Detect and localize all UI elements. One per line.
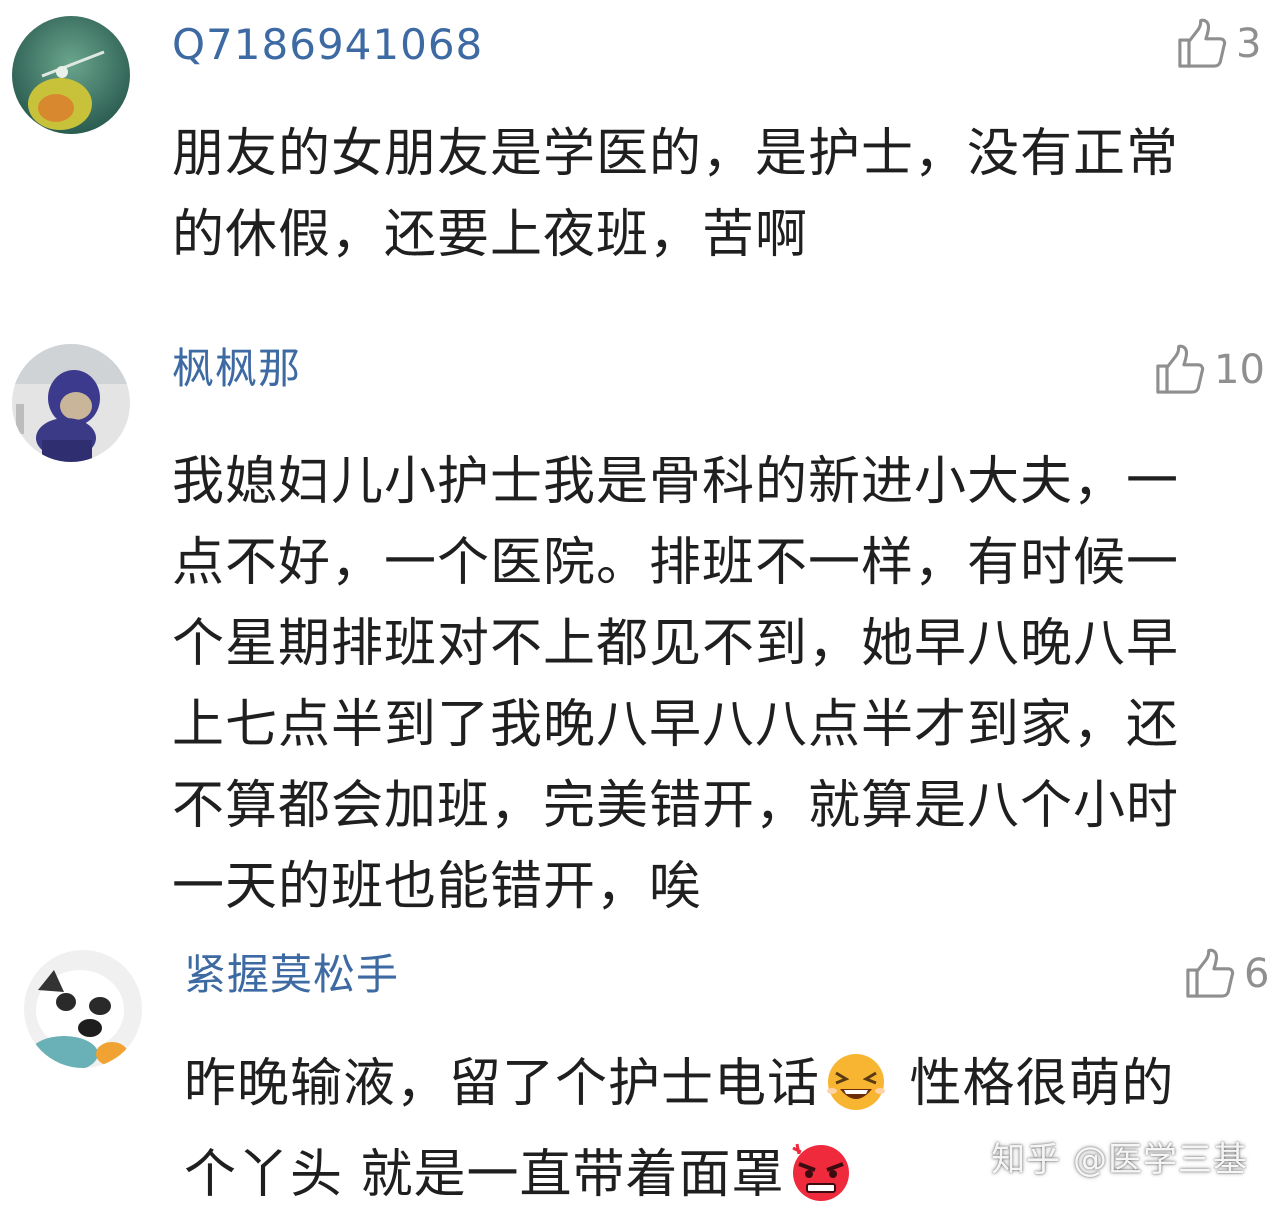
comment-line: 昨晚输液，留了个护士电话 性格很萌的 (184, 1044, 1175, 1135)
user-avatar[interactable] (24, 950, 142, 1068)
angry-emoji-icon (785, 1140, 857, 1226)
comment-line-text: 昨晚输液，留了个护士电话 (184, 1054, 821, 1114)
thumbs-up-icon (1176, 18, 1228, 70)
comment-line-text: 个丫头 就是一直带着面罩 (184, 1145, 785, 1205)
laughing-emoji-icon (820, 1051, 892, 1135)
comment-item: 枫枫那 10 我媳妇儿小护士我是骨科的新进小大夫，一 点不好，一个医院。排班不一… (0, 320, 1280, 940)
comment-item: Q7186941068 3 朋友的女朋友是学医的，是护士，没有正常 的休假，还要… (0, 0, 1280, 300)
comment-line: 我媳妇儿小护士我是骨科的新进小大夫，一 (172, 452, 1180, 512)
user-avatar[interactable] (12, 16, 130, 134)
user-avatar[interactable] (12, 344, 130, 462)
comment-line: 点不好，一个医院。排班不一样，有时候一 (172, 533, 1180, 593)
comment-line: 一天的班也能错开，唉 (172, 857, 703, 917)
like-button[interactable]: 3 (1176, 18, 1261, 70)
comment-text: 我媳妇儿小护士我是骨科的新进小大夫，一 点不好，一个医院。排班不一样，有时候一 … (172, 442, 1179, 928)
thumbs-up-icon (1184, 948, 1236, 1000)
comment-line: 上七点半到了我晚八早八八点半才到家，还 (172, 695, 1180, 755)
like-count: 6 (1244, 951, 1270, 997)
comment-line: 朋友的女朋友是学医的，是护士，没有正常 (172, 124, 1180, 184)
like-count: 10 (1214, 347, 1265, 393)
like-button[interactable]: 10 (1154, 344, 1265, 396)
username[interactable]: Q7186941068 (172, 20, 483, 70)
comment-line-text: 性格很萌的 (892, 1054, 1175, 1114)
comment-line: 的休假，还要上夜班，苦啊 (172, 205, 809, 265)
watermark: 知乎 @医学三基 (991, 1140, 1248, 1180)
comment-line: 不算都会加班，完美错开，就算是八个小时 (172, 776, 1180, 836)
comment-line: 个星期排班对不上都见不到，她早八晚八早 (172, 614, 1180, 674)
comment-text: 昨晚输液，留了个护士电话 性格很萌的 个丫头 就是一直带着面罩 (184, 1044, 1175, 1226)
username[interactable]: 紧握莫松手 (184, 950, 399, 1000)
comment-text: 朋友的女朋友是学医的，是护士，没有正常 的休假，还要上夜班，苦啊 (172, 114, 1179, 276)
like-count: 3 (1236, 21, 1262, 67)
thumbs-up-icon (1154, 344, 1206, 396)
username[interactable]: 枫枫那 (172, 344, 301, 394)
like-button[interactable]: 6 (1184, 948, 1269, 1000)
